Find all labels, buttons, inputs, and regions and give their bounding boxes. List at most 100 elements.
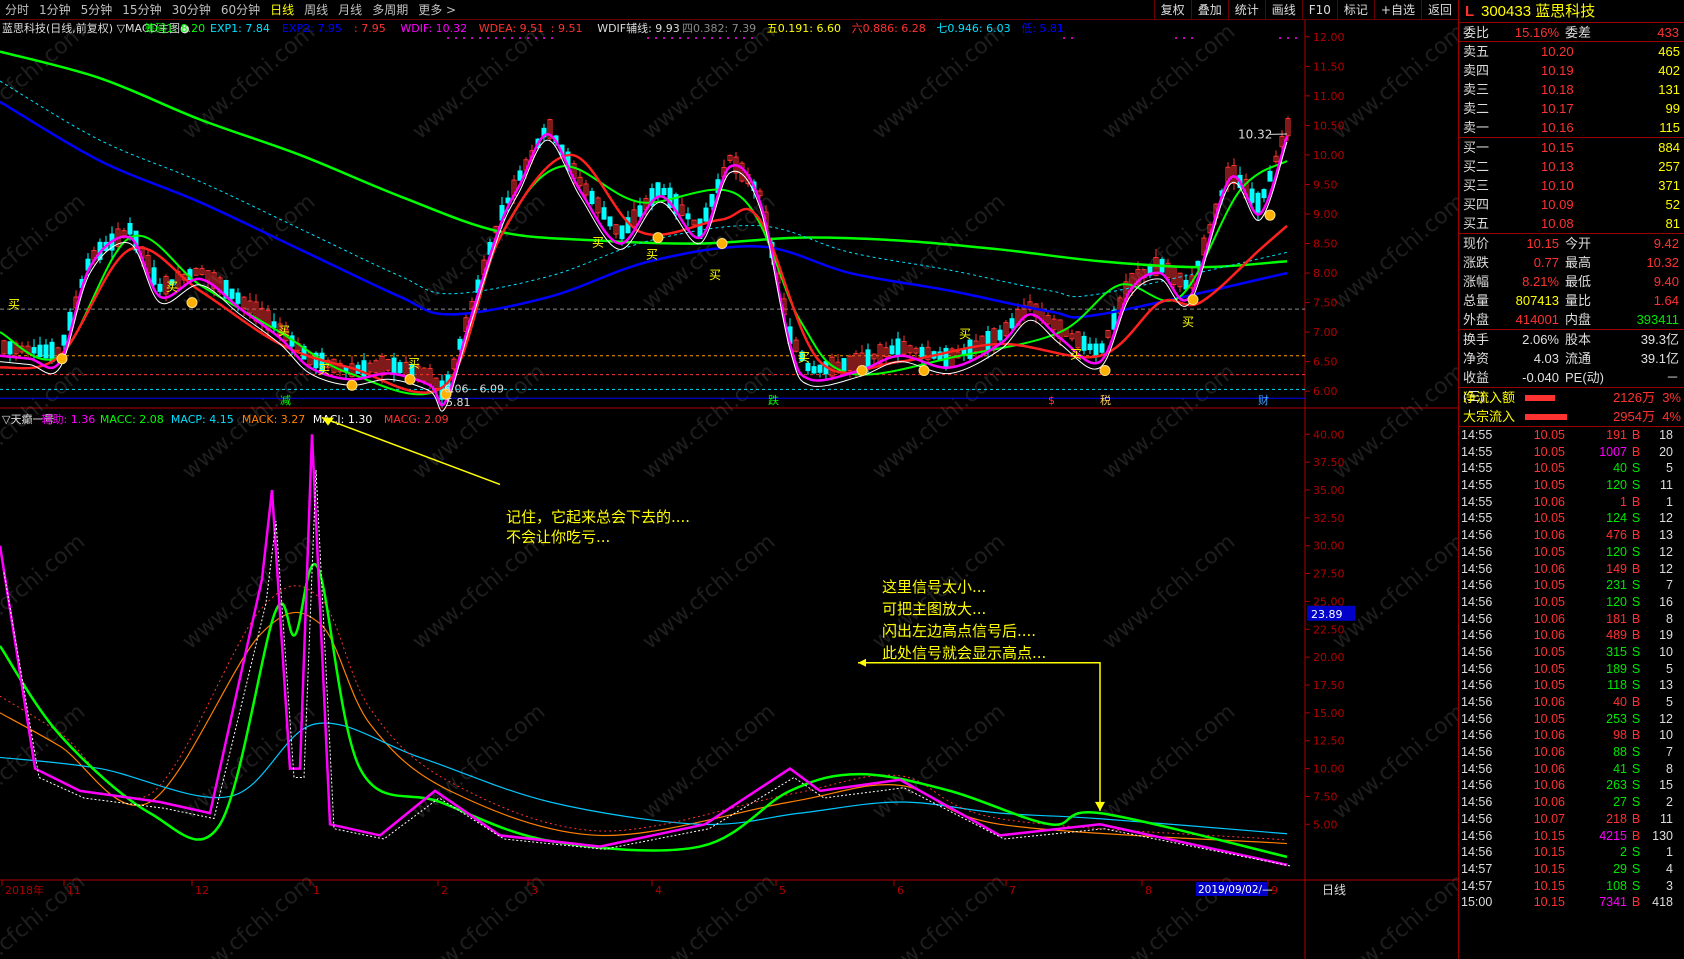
- tab-period-4[interactable]: 30分钟: [167, 0, 216, 20]
- tab-period-0[interactable]: 分时: [0, 0, 34, 20]
- axis-label: 10.50: [1313, 119, 1345, 132]
- tick-volume: 88: [1613, 745, 1627, 760]
- tab-period-2[interactable]: 5分钟: [76, 0, 118, 20]
- bid-qty: 81: [1665, 216, 1680, 231]
- dot-mark: [711, 37, 713, 39]
- watermark: www.cfchi.com: [868, 699, 1010, 824]
- tab-period-3[interactable]: 15分钟: [117, 0, 166, 20]
- legend-item: WDIF辅线: 9.93: [597, 21, 680, 35]
- candle-body: [43, 344, 49, 359]
- tick-volume: 7341: [1599, 895, 1627, 910]
- tick-volume: 118: [1607, 678, 1627, 693]
- watermark: www.cfchi.com: [638, 699, 780, 824]
- signal-dot: [56, 353, 68, 365]
- tick-row: 14:55 10.05 40 S 5: [1459, 460, 1684, 477]
- candle-body: [655, 182, 661, 198]
- tick-volume: 29: [1613, 861, 1627, 876]
- legend-item: : 7.95: [354, 22, 386, 35]
- tick-volume: 191: [1606, 428, 1627, 442]
- toolbar-button-3[interactable]: 画线: [1264, 0, 1302, 20]
- tab-period-5[interactable]: 60分钟: [216, 0, 265, 20]
- tick-price: 10.15: [1533, 878, 1565, 893]
- tick-time: 14:56: [1461, 811, 1493, 826]
- tab-period-7[interactable]: 周线: [299, 0, 333, 20]
- tick-time: 14:55: [1461, 428, 1493, 442]
- dot-mark: [743, 37, 745, 39]
- watermark: www.cfchi.com: [638, 359, 780, 484]
- stock-name: 蓝思科技: [1535, 3, 1596, 20]
- tick-price: 10.06: [1533, 528, 1565, 543]
- quote-value: 0.77: [1533, 255, 1559, 270]
- legend-item: 筹码1: 8.20: [144, 21, 205, 35]
- candle-body: [619, 225, 625, 240]
- tab-period-1[interactable]: 1分钟: [34, 0, 76, 20]
- candle-body: [637, 205, 643, 217]
- tick-count: 3: [1666, 878, 1673, 893]
- tab-period-8[interactable]: 月线: [333, 0, 367, 20]
- toolbar-button-2[interactable]: 统计: [1227, 0, 1265, 20]
- tick-time: 14:56: [1461, 745, 1493, 760]
- tab-period-10[interactable]: 更多 >: [413, 0, 461, 20]
- watermark: www.cfchi.com: [408, 529, 550, 654]
- tick-count: 12: [1659, 544, 1673, 559]
- xaxis-label: 3: [531, 884, 538, 897]
- ask-price: 10.19: [1541, 63, 1574, 78]
- sub-axis-label: 5.00: [1313, 818, 1338, 831]
- candle-body: [985, 331, 991, 351]
- dot-mark: [479, 37, 481, 39]
- tick-row: 14:56 10.05 189 S 5: [1459, 661, 1684, 678]
- stat-row: 换手 2.06% 股本 39.3亿: [1459, 330, 1684, 349]
- stat-label: 收益(三): [1463, 370, 1490, 404]
- toolbar: 分时 1分钟 5分钟 15分钟 30分钟 60分钟 日线 周线 月线 多周期 更多 > 复权 叠加 统计…: [0, 0, 1458, 20]
- tick-side: S: [1631, 845, 1641, 860]
- toolbar-button-7[interactable]: 返回: [1420, 0, 1458, 20]
- watermark: www.cfchi.com: [1328, 20, 1458, 145]
- tick-time: 14:55: [1461, 461, 1493, 476]
- tick-volume: 189: [1606, 661, 1627, 676]
- ask-label: 卖三: [1463, 82, 1490, 97]
- quote-label2: 今开: [1565, 236, 1592, 251]
- tick-count: 7: [1666, 578, 1673, 593]
- dot-mark: [1063, 37, 1065, 39]
- tick-row: 14:56 10.06 489 B 19: [1459, 627, 1684, 644]
- sub-legend: ▽天癫一号辅助: 1.36 MACC: 2.08 MACP: 4.15 MACK: 3…: [2, 412, 449, 426]
- sub-legend-item: 辅助: 1.36: [42, 412, 96, 426]
- buy-label: 买: [798, 351, 810, 365]
- tick-price: 10.06: [1533, 561, 1565, 576]
- watermark: www.cfchi.com: [1328, 359, 1458, 484]
- tab-period-9[interactable]: 多周期: [367, 0, 413, 20]
- tick-row: 14:55 10.05 120 S 11: [1459, 477, 1684, 494]
- tick-price: 10.07: [1533, 811, 1565, 826]
- flow-value: 2954万: [1613, 409, 1655, 424]
- tick-time: 14:56: [1461, 644, 1493, 659]
- toolbar-button-5[interactable]: 标记: [1336, 0, 1374, 20]
- tick-row: 14:56 10.05 120 S 12: [1459, 544, 1684, 561]
- tick-volume: 98: [1613, 728, 1627, 743]
- xaxis-label: 11: [67, 884, 81, 897]
- tick-side: B: [1631, 828, 1641, 843]
- arrow2-head-left: [858, 658, 866, 667]
- quote-label: 现价: [1463, 236, 1490, 251]
- sub-axis-label: 10.00: [1313, 763, 1345, 776]
- signal-dot: [856, 365, 868, 377]
- toolbar-button-1[interactable]: 叠加: [1190, 0, 1228, 20]
- note2-line: 闪出左边高点信号后....: [882, 622, 1036, 640]
- event-label: $: [1048, 394, 1055, 407]
- kline-chart[interactable]: www.cfchi.com www.cfchi.com www.cfchi.com w…: [0, 20, 1458, 959]
- legend-item: 七0.946: 6.03: [936, 22, 1010, 35]
- toolbar-button-0[interactable]: 复权: [1153, 0, 1191, 20]
- bid-row: 买一 10.15 884: [1459, 138, 1684, 157]
- tick-count: 5: [1666, 695, 1673, 709]
- dot-mark: [1071, 37, 1073, 39]
- low-label: 5.81: [446, 396, 471, 409]
- toolbar-button-4[interactable]: F10: [1301, 0, 1337, 20]
- tick-row: 14:56 10.05 118 S 13: [1459, 677, 1684, 694]
- toolbar-button-6[interactable]: +自选: [1373, 0, 1421, 20]
- tick-count: 13: [1659, 678, 1673, 693]
- tick-list[interactable]: 14:55 10.05 191 B 18 14:55 10.05 1007 B 20 14:55 10…: [1459, 427, 1684, 911]
- chart-area[interactable]: www.cfchi.com www.cfchi.com www.cfchi.com w…: [0, 20, 1458, 959]
- tab-period-6[interactable]: 日线: [265, 0, 299, 20]
- tick-count: 4: [1666, 861, 1673, 876]
- axis-label: 7.00: [1313, 326, 1338, 339]
